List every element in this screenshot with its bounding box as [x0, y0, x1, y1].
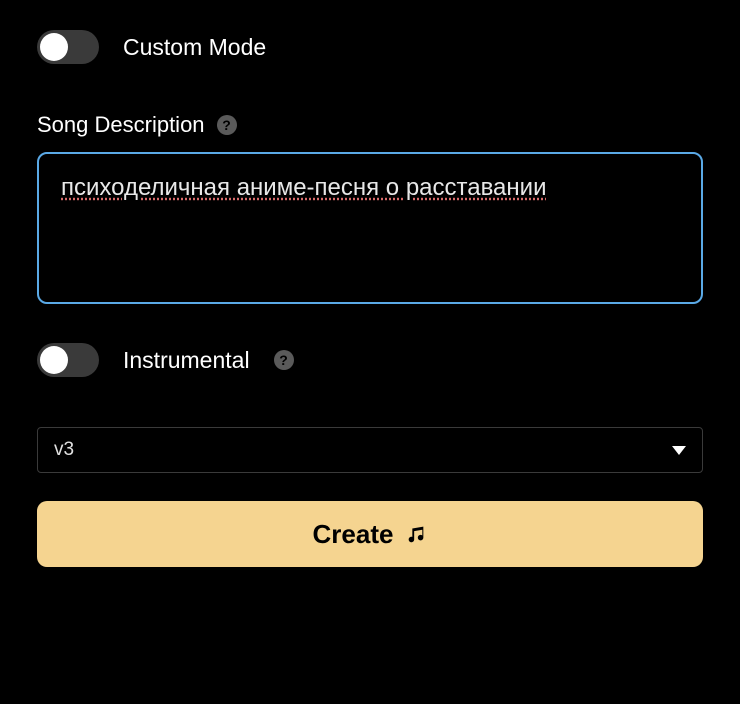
help-icon[interactable]: ?: [217, 115, 237, 135]
music-icon: [405, 523, 427, 545]
version-selected-text: v3: [54, 439, 74, 461]
song-description-input[interactable]: психоделичная аниме-песня о расставании: [37, 152, 703, 304]
create-button-label: Create: [313, 519, 394, 550]
custom-mode-toggle[interactable]: [37, 30, 99, 64]
toggle-knob: [40, 346, 68, 374]
instrumental-label: Instrumental: [123, 347, 250, 374]
toggle-knob: [40, 33, 68, 61]
custom-mode-label: Custom Mode: [123, 34, 266, 61]
chevron-down-icon: [672, 446, 686, 455]
help-icon[interactable]: ?: [274, 350, 294, 370]
version-select[interactable]: v3: [37, 427, 703, 473]
create-button[interactable]: Create: [37, 501, 703, 567]
song-description-label: Song Description: [37, 112, 205, 138]
instrumental-toggle[interactable]: [37, 343, 99, 377]
